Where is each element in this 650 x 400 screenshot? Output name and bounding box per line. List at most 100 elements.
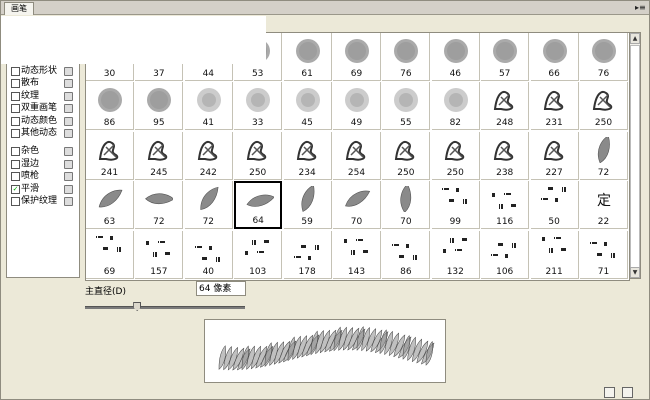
- brush-preset[interactable]: 61: [283, 33, 332, 81]
- checkbox[interactable]: [11, 197, 20, 206]
- lock-icon[interactable]: [64, 104, 73, 114]
- brush-preset[interactable]: 71: [580, 230, 628, 279]
- brush-size-label: 70: [350, 217, 363, 228]
- checkbox[interactable]: [11, 79, 20, 89]
- brush-preset[interactable]: 64: [234, 181, 283, 230]
- sidebar-item[interactable]: ✓ 平滑: [7, 183, 77, 195]
- brush-preset[interactable]: 72: [580, 131, 628, 180]
- lock-icon[interactable]: [64, 197, 73, 206]
- brush-preset[interactable]: 245: [135, 131, 184, 180]
- brush-preset[interactable]: 70: [333, 181, 381, 230]
- sidebar-item[interactable]: 散布: [7, 77, 77, 89]
- brush-preset[interactable]: 63: [86, 181, 134, 230]
- scroll-thumb[interactable]: [630, 45, 640, 270]
- scroll-up-icon[interactable]: ▲: [630, 33, 640, 44]
- trash-icon[interactable]: [622, 387, 633, 398]
- brushes-panel: 画笔 ▸≡ 画 动态形状散布纹理双重画笔动态颜色其他动态杂色湿边喷枪✓平滑保护纹…: [0, 0, 650, 400]
- sidebar-item[interactable]: 保护纹理: [7, 195, 77, 207]
- checkbox[interactable]: [11, 104, 20, 114]
- brush-preset[interactable]: 41: [184, 82, 233, 131]
- tab-brushes[interactable]: 画笔: [4, 2, 34, 15]
- lock-icon[interactable]: [64, 79, 73, 89]
- checkbox[interactable]: [11, 91, 20, 101]
- master-diameter-input[interactable]: 64 像素: [196, 281, 246, 296]
- lock-icon[interactable]: [64, 184, 73, 194]
- brush-preset[interactable]: 95: [135, 82, 184, 131]
- brush-preset[interactable]: 46: [431, 33, 480, 81]
- brush-preset[interactable]: 50: [530, 181, 579, 230]
- brush-preset[interactable]: 45: [283, 82, 332, 131]
- brush-preset[interactable]: 254: [333, 131, 381, 180]
- sidebar-item[interactable]: 动态颜色: [7, 115, 77, 127]
- brush-preset[interactable]: 250: [234, 131, 283, 180]
- brush-preset[interactable]: 250: [580, 82, 628, 131]
- brush-preset[interactable]: 242: [184, 131, 233, 180]
- brush-preset[interactable]: 40: [184, 230, 233, 279]
- brush-preset[interactable]: 211: [530, 230, 579, 279]
- lock-icon[interactable]: [64, 67, 73, 76]
- panel-menu-icon[interactable]: ▸≡: [635, 3, 646, 12]
- sidebar-item[interactable]: 其他动态: [7, 127, 77, 139]
- sidebar-item[interactable]: 喷枪: [7, 170, 77, 182]
- lock-icon[interactable]: [64, 172, 73, 182]
- brush-preset[interactable]: 250: [431, 131, 480, 180]
- checkbox[interactable]: [11, 67, 20, 76]
- brush-preset[interactable]: 82: [431, 82, 480, 131]
- scroll-down-icon[interactable]: ▼: [630, 267, 640, 278]
- sidebar-item[interactable]: 双重画笔: [7, 102, 77, 114]
- brush-preset[interactable]: 69: [86, 230, 134, 279]
- brush-preset[interactable]: 55: [382, 82, 431, 131]
- brush-preset[interactable]: 143: [333, 230, 381, 279]
- brush-preset[interactable]: 103: [234, 230, 283, 279]
- brush-preset[interactable]: 132: [431, 230, 480, 279]
- lock-icon[interactable]: [64, 147, 73, 157]
- brush-preset[interactable]: 234: [283, 131, 332, 180]
- brush-preset[interactable]: 33: [234, 82, 283, 131]
- sidebar-item[interactable]: 杂色: [7, 145, 77, 157]
- brush-preset[interactable]: 250: [382, 131, 431, 180]
- lock-icon[interactable]: [64, 129, 73, 138]
- brush-tip-icon: [344, 238, 368, 255]
- brush-preset[interactable]: 99: [431, 181, 480, 230]
- checkbox[interactable]: [11, 129, 20, 138]
- sidebar-item-label: 双重画笔: [21, 103, 58, 114]
- brush-preset[interactable]: 86: [86, 82, 134, 131]
- sidebar-item[interactable]: 动态形状: [7, 65, 77, 77]
- brush-preset[interactable]: 49: [333, 82, 381, 131]
- checkbox[interactable]: [11, 116, 20, 126]
- grid-scrollbar[interactable]: ▲ ▼: [629, 32, 641, 279]
- checkbox[interactable]: [11, 147, 20, 157]
- brush-preset[interactable]: 70: [382, 181, 431, 230]
- diameter-slider-knob[interactable]: [133, 302, 142, 311]
- brush-preset[interactable]: 241: [86, 131, 134, 180]
- brush-preset[interactable]: 157: [135, 230, 184, 279]
- sidebar-item[interactable]: 湿边: [7, 158, 77, 170]
- brush-preset[interactable]: 86: [382, 230, 431, 279]
- lock-icon[interactable]: [64, 91, 73, 101]
- lock-icon[interactable]: [64, 116, 73, 126]
- brush-preset[interactable]: 76: [580, 33, 628, 81]
- brush-preset[interactable]: 76: [382, 33, 431, 81]
- brush-preset[interactable]: 72: [135, 181, 184, 230]
- brush-preset[interactable]: 57: [481, 33, 530, 81]
- sidebar-item[interactable]: 纹理: [7, 90, 77, 102]
- brush-preset[interactable]: 59: [283, 181, 332, 230]
- brush-preset[interactable]: 66: [530, 33, 579, 81]
- diameter-slider-track[interactable]: [85, 306, 245, 309]
- lock-icon[interactable]: [64, 159, 73, 169]
- brush-preset[interactable]: 227: [530, 131, 579, 180]
- checkbox[interactable]: ✓: [11, 184, 20, 194]
- brush-preset[interactable]: 238: [481, 131, 530, 180]
- brush-preset[interactable]: 248: [481, 82, 530, 131]
- checkbox[interactable]: [11, 159, 20, 169]
- checkbox[interactable]: [11, 172, 20, 182]
- brush-preset[interactable]: 231: [530, 82, 579, 131]
- new-preset-icon[interactable]: [604, 387, 615, 398]
- brush-preset[interactable]: 178: [283, 230, 332, 279]
- brush-preset[interactable]: 72: [184, 181, 233, 230]
- brush-preset[interactable]: 116: [481, 181, 530, 230]
- brush-preset[interactable]: 69: [333, 33, 381, 81]
- brush-preset[interactable]: 定 22: [580, 181, 628, 230]
- brush-preset[interactable]: 106: [481, 230, 530, 279]
- brush-tip-icon: [394, 39, 419, 63]
